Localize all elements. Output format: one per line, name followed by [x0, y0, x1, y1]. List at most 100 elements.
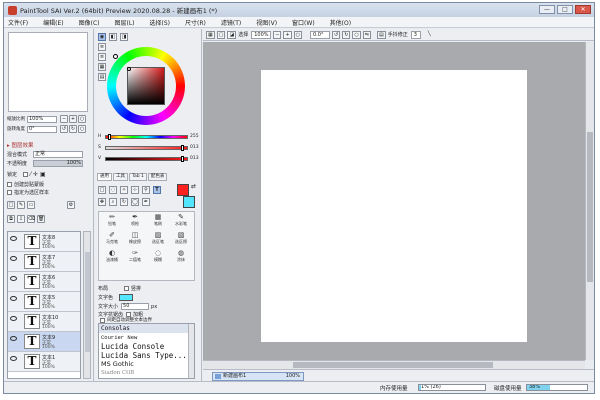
lock-brush-icon[interactable]: ⁄: [30, 171, 31, 178]
saturation-value-square[interactable]: [127, 67, 165, 105]
layer-options-icon[interactable]: ⚙: [67, 201, 75, 209]
canvas-zoom-in-icon[interactable]: +: [283, 30, 292, 39]
zoom-out-icon[interactable]: −: [60, 115, 68, 123]
move-tool-icon[interactable]: ⊹: [131, 186, 139, 194]
fit-checkbox[interactable]: [100, 317, 105, 323]
invert-select-icon[interactable]: ◪: [227, 30, 237, 39]
color-wheel[interactable]: [107, 47, 185, 125]
tool-marker[interactable]: ✐ 马克笔: [101, 231, 123, 246]
vertical-checkbox[interactable]: [124, 286, 130, 291]
font-item-lucida-console[interactable]: Lucida Console: [99, 342, 194, 351]
visibility-eye-icon[interactable]: [10, 356, 17, 361]
sv-marker[interactable]: [127, 67, 131, 71]
document-tab[interactable]: 新建画布1 100%: [212, 372, 304, 381]
new-layer-icon[interactable]: □: [7, 201, 15, 209]
visibility-eye-icon[interactable]: [10, 296, 17, 301]
zoom-tool-icon[interactable]: ⌕: [109, 198, 117, 206]
canvas-zoom-reset-icon[interactable]: ○: [293, 30, 302, 39]
font-item-courier-new[interactable]: Courier New: [99, 333, 194, 342]
visibility-eye-icon[interactable]: [10, 316, 17, 321]
layer-row[interactable]: T 文本10 正常 100%: [8, 312, 80, 332]
lock-move-icon[interactable]: ✛: [33, 171, 38, 178]
tool-pencil[interactable]: ✏ 铅笔: [101, 213, 123, 228]
slider-knob[interactable]: [181, 156, 185, 162]
shape-tool-icon[interactable]: ◯: [131, 198, 139, 206]
canvas-rotate-reset-icon[interactable]: ○: [352, 30, 361, 39]
merge-down-icon[interactable]: ⇩: [17, 215, 25, 223]
flip-canvas-icon[interactable]: ⇋: [362, 30, 371, 39]
new-vector-layer-icon[interactable]: ✎: [17, 201, 25, 209]
canvas-area[interactable]: [203, 42, 585, 360]
text-color-swatch[interactable]: [119, 294, 134, 301]
tool-select-eraser[interactable]: ▧ 选区擦: [170, 231, 192, 246]
color-mode-3-icon[interactable]: ◨: [120, 33, 128, 41]
text-size-field[interactable]: 50: [121, 303, 150, 310]
deselect-icon[interactable]: ▢: [216, 30, 226, 39]
primary-color-swatch[interactable]: [177, 184, 189, 196]
tool-binary-pen[interactable]: ✑ 二值笔: [124, 249, 146, 264]
lasso-icon[interactable]: ◌: [109, 186, 117, 194]
magic-wand-icon[interactable]: ✧: [120, 186, 128, 194]
hsv-mode-icon[interactable]: ≡: [98, 53, 106, 61]
navigator-preview[interactable]: [8, 32, 88, 112]
delete-layer-icon[interactable]: 🗑: [37, 215, 45, 223]
menu-select[interactable]: 选择(S): [150, 18, 171, 27]
canvas-zoom-field[interactable]: 100%: [251, 30, 272, 39]
swatch-mode-icon[interactable]: ▦: [98, 63, 106, 71]
canvas-horizontal-scrollbar[interactable]: [203, 360, 585, 369]
lock-transparency-checkbox[interactable]: [23, 172, 28, 177]
menu-view[interactable]: 视图(V): [256, 18, 277, 27]
layer-row[interactable]: T 文本7 正常 100%: [8, 252, 80, 272]
tool-airbrush[interactable]: ✒ 喷枪: [124, 213, 146, 228]
scrollbar-thumb[interactable]: [587, 132, 593, 282]
value-slider[interactable]: [105, 156, 188, 162]
font-list-scrollbar[interactable]: [188, 324, 194, 378]
canvas-rotate-right-icon[interactable]: ↻: [342, 30, 351, 39]
layer-list-scrollbar[interactable]: [83, 231, 91, 379]
ref-checkbox[interactable]: [7, 190, 12, 195]
visibility-eye-icon[interactable]: [10, 236, 17, 241]
scrollbar-thumb[interactable]: [293, 362, 493, 368]
canvas-rotate-left-icon[interactable]: ↺: [332, 30, 341, 39]
menu-edit[interactable]: 编辑(E): [43, 18, 63, 27]
menu-filter[interactable]: 滤镜(T): [221, 18, 241, 27]
font-item-siadon[interactable]: Siadon CtlB: [99, 369, 194, 378]
hand-tool-icon[interactable]: ✥: [98, 198, 106, 206]
copy-layer-icon[interactable]: ⧉: [7, 215, 15, 223]
tool-eraser[interactable]: ◫ 橡皮擦: [124, 231, 146, 246]
scrollbar-thumb[interactable]: [85, 252, 90, 352]
scratchpad-mode-icon[interactable]: ▤: [98, 73, 106, 81]
layer-row[interactable]: T 文本5 正常 100%: [8, 292, 80, 312]
canvas-page[interactable]: [261, 70, 527, 342]
angle-field[interactable]: 0°: [27, 125, 57, 133]
maximize-button[interactable]: □: [557, 5, 573, 14]
visibility-eye-icon[interactable]: [10, 336, 17, 341]
menu-other[interactable]: 其他(O): [330, 18, 351, 27]
new-folder-icon[interactable]: ▭: [27, 201, 35, 209]
minimize-button[interactable]: —: [539, 5, 555, 14]
menu-window[interactable]: 窗口(W): [292, 18, 315, 27]
font-item-ms-gothic[interactable]: MS Gothic: [99, 360, 194, 369]
layer-row[interactable]: T 文本1 正常 100%: [8, 352, 80, 372]
close-button[interactable]: ✕: [575, 5, 591, 14]
visibility-eye-icon[interactable]: [10, 256, 17, 261]
swap-colors-icon[interactable]: ⇄: [191, 183, 196, 190]
eyedropper-icon[interactable]: ⚲: [142, 186, 150, 194]
visibility-eye-icon[interactable]: [10, 276, 17, 281]
hue-slider[interactable]: [105, 134, 188, 140]
font-item-consolas[interactable]: Consolas: [99, 324, 194, 333]
tool-brush[interactable]: ▦ 笔刷: [147, 213, 169, 228]
layer-row-selected[interactable]: T 文本9 正常 100%: [8, 332, 80, 352]
color-mode-2-icon[interactable]: ◧: [109, 33, 117, 41]
tool-watercolor[interactable]: ✎ 水彩笔: [170, 213, 192, 228]
rgb-mode-icon[interactable]: ≡: [98, 43, 106, 51]
stabilizer-icon[interactable]: ▤: [376, 30, 386, 39]
ruler-icon[interactable]: ╲: [427, 31, 432, 39]
select-all-icon[interactable]: ▦: [206, 30, 215, 39]
font-item-lucida-sans-type[interactable]: Lucida Sans Type...: [99, 351, 194, 360]
color-wheel-mode-icon[interactable]: ◉: [98, 33, 106, 41]
menu-file[interactable]: 文件(F): [8, 18, 28, 27]
tab-palette[interactable]: 配色表: [147, 173, 168, 181]
rect-select-icon[interactable]: □: [98, 186, 106, 194]
canvas-zoom-out-icon[interactable]: −: [273, 30, 282, 39]
